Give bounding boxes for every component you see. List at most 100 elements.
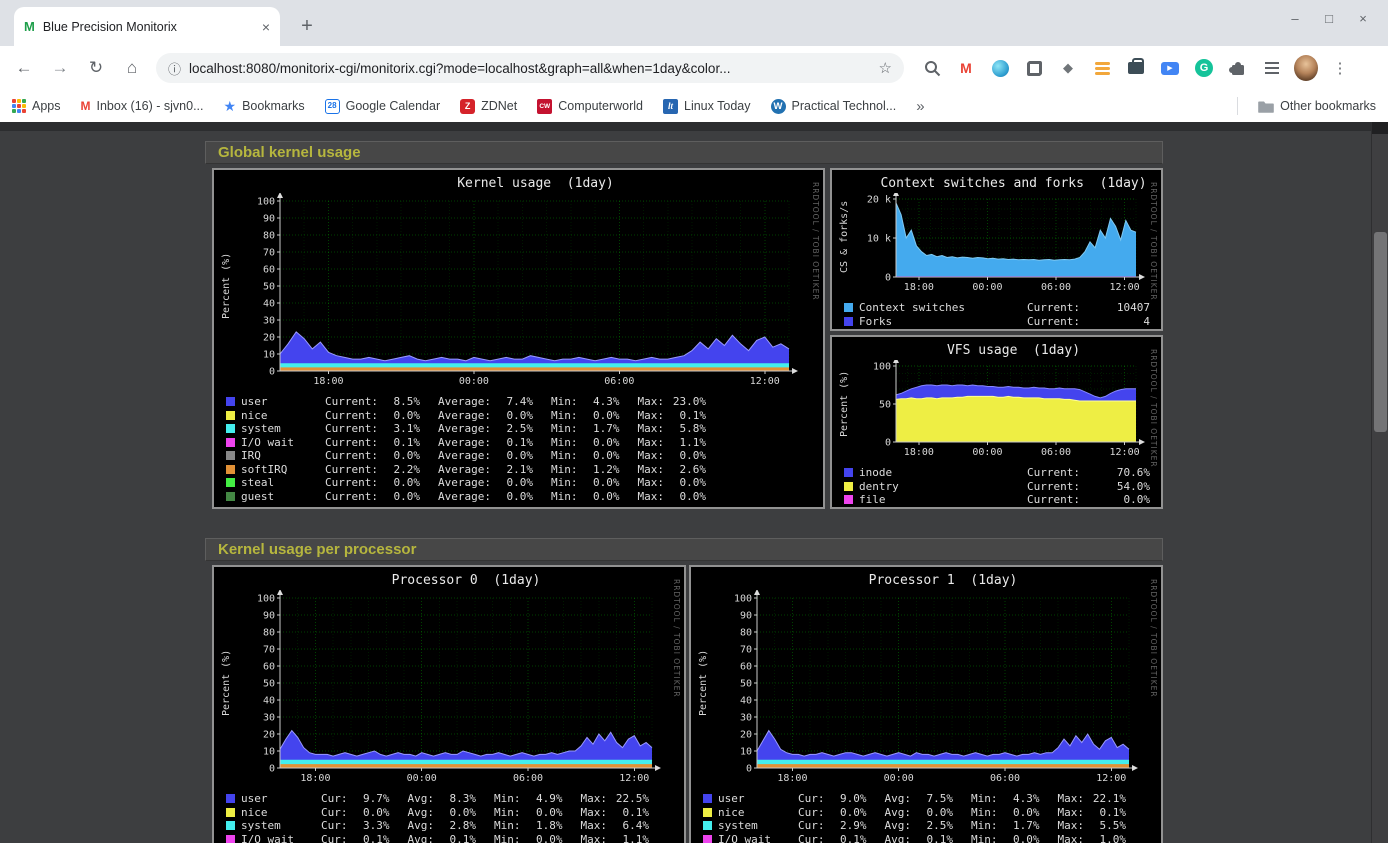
extensions-puzzle-icon[interactable] (1226, 56, 1250, 80)
bookmark-computerworld[interactable]: CW Computerworld (537, 99, 643, 114)
legend-stat: Avg:0.1% (885, 833, 954, 843)
legend-stat-value: 3.1% (378, 422, 420, 435)
svg-text:0: 0 (885, 273, 891, 284)
orb-icon (992, 60, 1009, 77)
legend-stat: Average:0.0% (438, 449, 533, 462)
other-bookmarks-button[interactable]: Other bookmarks (1258, 99, 1376, 113)
legend-stat: Max:22.1% (1058, 792, 1127, 805)
bookmark-google-calendar[interactable]: 28 Google Calendar (325, 99, 441, 114)
video-extension-icon[interactable]: ▶ (1158, 56, 1182, 80)
legend-row: stealCurrent:0.0%Average:0.0%Min:0.0%Max… (224, 476, 819, 490)
bookmark-apps[interactable]: Apps (12, 99, 61, 113)
legend-swatch (226, 835, 235, 843)
legend-stat-value: 1.1% (607, 833, 649, 843)
home-button[interactable]: ⌂ (116, 52, 148, 84)
calendar-icon: 28 (325, 99, 340, 114)
bookmark-star-icon[interactable]: ☆ (879, 59, 892, 77)
vfs-usage-graph[interactable]: VFS usage (1day) Percent (%) 10050018:00… (830, 335, 1163, 509)
bookmark-linux-today[interactable]: lt Linux Today (663, 99, 751, 114)
svg-text:10: 10 (740, 747, 752, 758)
legend-stat: Current:0.1% (325, 436, 420, 449)
legend-row: niceCurrent:0.0%Average:0.0%Min:0.0%Max:… (224, 409, 819, 423)
bookmark-bookmarks[interactable]: ★ Bookmarks (224, 98, 305, 115)
close-button[interactable]: × (1346, 4, 1380, 32)
processor-0-graph[interactable]: Processor 0 (1day) Percent (%) 100908070… (212, 565, 686, 843)
bookmarks-overflow-chevron[interactable]: » (916, 98, 924, 115)
svg-text:80: 80 (740, 628, 752, 639)
address-bar[interactable]: ⓘ localhost:8080/monitorix-cgi/monitorix… (156, 53, 904, 83)
site-info-icon[interactable]: ⓘ (168, 59, 181, 78)
graph-title: VFS usage (1day) (836, 343, 1157, 358)
graph-plot-area: Percent (%) 100908070605040302010018:000… (218, 590, 680, 788)
legend-stat-label: Cur: (321, 792, 348, 805)
legend-stat: Max:0.0% (637, 449, 706, 462)
legend-stat-value: 5.5% (1084, 819, 1126, 832)
briefcase-extension-icon[interactable] (1124, 56, 1148, 80)
video-camera-icon: ▶ (1161, 62, 1179, 75)
gmail-extension-icon[interactable]: M (954, 56, 978, 80)
legend-stat-value: 0.0% (378, 449, 420, 462)
legend-stat: Avg:8.3% (408, 792, 477, 805)
legend-row: softIRQCurrent:2.2%Average:2.1%Min:1.2%M… (224, 463, 819, 477)
orb-extension-icon[interactable] (988, 56, 1012, 80)
stack-extension-icon[interactable] (1090, 56, 1114, 80)
legend-stat-label: Min: (971, 833, 998, 843)
legend-series-name: IRQ (241, 449, 307, 462)
bookmark-label: Linux Today (684, 99, 751, 113)
legend-stat-label: Max: (1058, 819, 1085, 832)
back-button[interactable]: ← (8, 52, 40, 84)
search-extension-icon[interactable] (920, 56, 944, 80)
graph-plot-area: CS & forks/s 20 k10 k018:0000:0006:0012:… (836, 193, 1157, 297)
context-switches-graph[interactable]: Context switches and forks (1day) CS & f… (830, 168, 1163, 331)
legend-stat: Avg:0.0% (885, 806, 954, 819)
processor-1-graph[interactable]: Processor 1 (1day) Percent (%) 100908070… (689, 565, 1163, 843)
svg-text:0: 0 (885, 438, 891, 449)
browser-menu-button[interactable]: ⋮ (1328, 56, 1352, 80)
legend-stat-label: Max: (581, 806, 608, 819)
svg-text:12:00: 12:00 (619, 773, 649, 784)
legend-stat-label: Average: (438, 449, 491, 462)
legend-series-name: user (718, 792, 780, 805)
tab-close-icon[interactable]: × (262, 19, 270, 35)
legend-stat-label: Max: (1058, 833, 1085, 843)
copy-extension-icon[interactable] (1022, 56, 1046, 80)
kernel-usage-graph[interactable]: Kernel usage (1day) Percent (%) 10090807… (212, 168, 825, 509)
forward-button[interactable]: → (44, 52, 76, 84)
puzzle-icon (1229, 59, 1247, 77)
legend-stat-label: Max: (637, 395, 664, 408)
kernel-legend: userCurrent:8.5%Average:7.4%Min:4.3%Max:… (224, 395, 819, 503)
monitorix-favicon: M (24, 19, 35, 34)
vertical-scrollbar[interactable] (1371, 122, 1388, 843)
kebab-menu-icon: ⋮ (1333, 59, 1348, 77)
legend-stat-value: 22.5% (607, 792, 649, 805)
legend-stat-value: 0.0% (577, 436, 619, 449)
legend-stat-value: 2.2% (378, 463, 420, 476)
legend-stat: Cur:2.9% (798, 819, 867, 832)
bookmark-practical-technology[interactable]: W Practical Technol... (771, 99, 897, 114)
legend-stat-label: Average: (438, 436, 491, 449)
new-tab-button[interactable]: + (294, 13, 320, 39)
bookmark-zdnet[interactable]: Z ZDNet (460, 99, 517, 114)
svg-text:90: 90 (263, 611, 275, 622)
scrollbar-thumb[interactable] (1374, 232, 1387, 432)
bookmark-inbox[interactable]: M Inbox (16) - sjvn0... (81, 99, 204, 113)
legend-stat: Avg:2.5% (885, 819, 954, 832)
diamond-extension-icon[interactable]: ◆ (1056, 56, 1080, 80)
legend-stat: Min:1.2% (551, 463, 620, 476)
legend-stat-label: Average: (438, 395, 491, 408)
legend-stat-label: Min: (551, 422, 578, 435)
grammarly-g-icon: G (1195, 59, 1213, 77)
reading-list-icon[interactable] (1260, 56, 1284, 80)
svg-text:00:00: 00:00 (459, 376, 489, 387)
grammarly-extension-icon[interactable]: G (1192, 56, 1216, 80)
graph-title: Kernel usage (1day) (218, 176, 819, 191)
profile-avatar[interactable] (1294, 56, 1318, 80)
browser-tab[interactable]: M Blue Precision Monitorix × (14, 7, 280, 46)
minimize-button[interactable]: – (1278, 4, 1312, 32)
rrdtool-watermark: RRDTOOL / TOBI OETIKER (1149, 579, 1158, 698)
maximize-button[interactable]: □ (1312, 4, 1346, 32)
reload-button[interactable]: ↻ (80, 52, 112, 84)
cpu0-legend: userCur:9.7%Avg:8.3%Min:4.9%Max:22.5%nic… (224, 792, 680, 843)
legend-swatch (226, 794, 235, 803)
legend-stat-label: Min: (551, 490, 578, 503)
